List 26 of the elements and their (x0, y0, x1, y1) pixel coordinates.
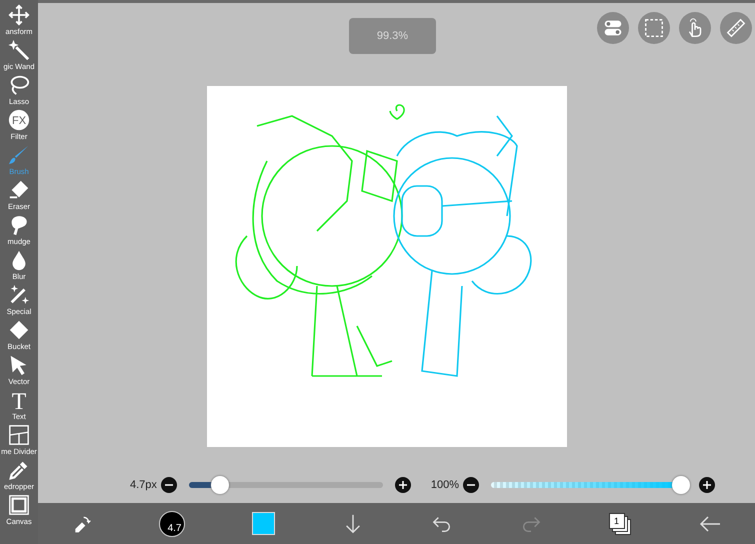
canvas-icon (8, 494, 30, 516)
color-swatch[interactable] (252, 512, 274, 535)
wand-icon (8, 39, 30, 61)
plus-button[interactable] (394, 476, 411, 492)
slider-thumb[interactable] (672, 476, 690, 494)
minus-button[interactable] (463, 476, 480, 492)
selection-icon[interactable] (638, 12, 670, 44)
bucket-icon (8, 319, 30, 341)
filter-icon: FX (8, 109, 30, 131)
plus-button[interactable] (699, 476, 716, 492)
ruler-icon[interactable] (720, 12, 752, 44)
transform-icon (8, 4, 30, 26)
brush-size-reading: 4.7px (130, 478, 157, 490)
eraser-icon (8, 179, 30, 201)
layers-button[interactable]: 1 (608, 512, 630, 534)
eyedropper-icon (8, 459, 30, 481)
slider-thumb[interactable] (210, 476, 229, 494)
zoom-indicator: 99.3% (349, 18, 436, 54)
opacity-reading: 100% (430, 478, 460, 490)
text-icon: T (8, 389, 30, 411)
toggle-icon[interactable] (597, 12, 629, 44)
hand-icon[interactable] (679, 12, 711, 44)
brush-preview[interactable]: 4.7 (158, 510, 184, 536)
lasso-icon (8, 74, 30, 96)
minus-button[interactable] (160, 476, 177, 492)
special-icon (8, 284, 30, 306)
